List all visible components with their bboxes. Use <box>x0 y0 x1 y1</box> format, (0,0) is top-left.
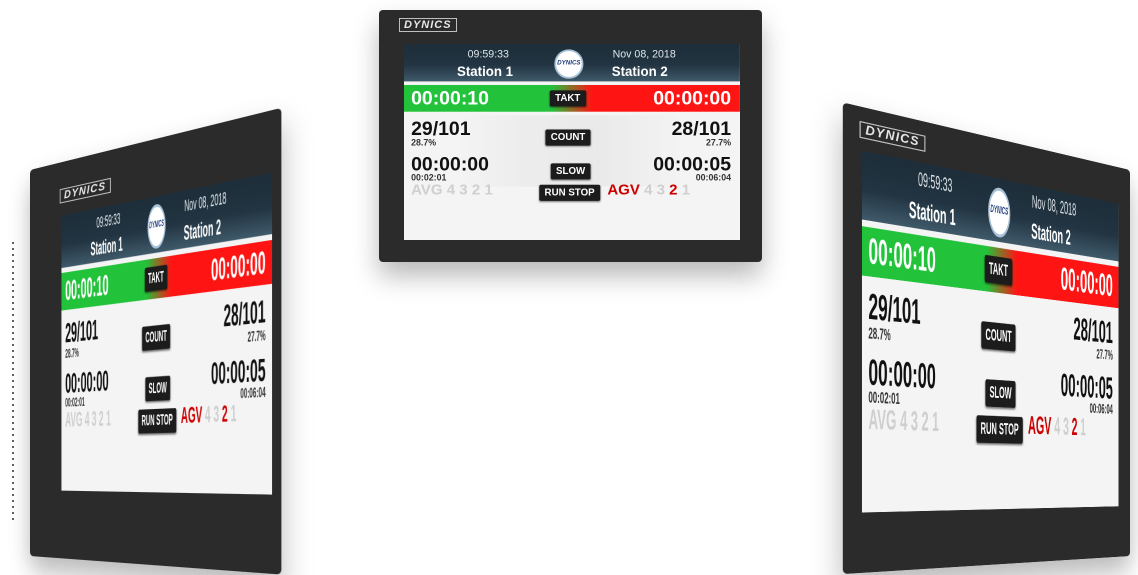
slow-button[interactable]: SLOW <box>985 379 1016 408</box>
count-pct-station-2: 27.7% <box>706 138 732 149</box>
count-pct-station-1: 28.7% <box>411 138 437 149</box>
station-2-label: Station 2 <box>611 64 668 80</box>
monitor-left-wrap: DYNICS 09:59:33 Nov 08, 2018 Station 1 S… <box>0 107 290 575</box>
clock-time: 09:59:33 <box>918 168 953 198</box>
takt-time-station-2: 00:00:00 <box>1060 260 1113 304</box>
andon-screen: 09:59:33 Nov 08, 2018 Station 1 Station … <box>404 44 740 240</box>
takt-row: 00:00:10 00:00:00 TAKT <box>404 84 740 112</box>
screen-header: 09:59:33 Nov 08, 2018 Station 1 Station … <box>404 44 740 82</box>
avg-indicator: AVG 4 3 2 1 <box>65 405 111 432</box>
agv-indicator: AGV 4 3 2 1 <box>1027 411 1086 441</box>
station-2-label: Station 2 <box>183 215 221 246</box>
takt-time-station-2: 00:00:00 <box>211 243 266 288</box>
count-button[interactable]: COUNT <box>981 321 1016 352</box>
slow-button[interactable]: SLOW <box>145 375 171 402</box>
takt-time-station-2: 00:00:00 <box>653 86 732 110</box>
takt-time-station-1: 00:00:10 <box>411 86 489 110</box>
avg-indicator: AVG 4 3 2 1 <box>868 404 940 438</box>
slow-sub-station-2: 00:06:04 <box>1089 401 1113 419</box>
slow-button[interactable]: SLOW <box>550 163 591 180</box>
brand-logo: DYNICS <box>859 120 925 152</box>
monitor-right: DYNICS 09:59:33 Nov 08, 2018 Station 1 S… <box>842 102 1130 575</box>
brand-logo: DYNICS <box>399 18 457 32</box>
monitor-left: DYNICS 09:59:33 Nov 08, 2018 Station 1 S… <box>30 107 282 575</box>
takt-time-station-1: 00:00:10 <box>65 268 109 307</box>
clock-time: 09:59:33 <box>467 47 509 61</box>
count-station-2: 28/101 <box>1073 310 1113 351</box>
count-station-1: 29/101 <box>411 117 471 140</box>
count-station-2: 28/101 <box>671 117 732 140</box>
slow-sub-station-2: 00:06:04 <box>695 173 732 183</box>
station-1-label: Station 1 <box>457 64 514 80</box>
station-1-label: Station 1 <box>908 196 956 232</box>
andon-screen: 09:59:33 Nov 08, 2018 Station 1 Station … <box>61 172 273 495</box>
count-pct-station-2: 27.7% <box>247 328 266 346</box>
agv-indicator: AGV 4 3 2 1 <box>607 181 691 199</box>
takt-button[interactable]: TAKT <box>549 90 586 107</box>
agv-indicator: AGV 4 3 2 1 <box>180 399 237 429</box>
slow-time-station-2: 00:00:05 <box>1060 366 1113 406</box>
takt-button[interactable]: TAKT <box>984 254 1012 286</box>
vent-grille <box>10 240 16 520</box>
dynics-seal-icon: DYNICS <box>988 185 1011 240</box>
slow-sub-station-2: 00:06:04 <box>240 385 266 403</box>
clock-time: 09:59:33 <box>96 208 121 232</box>
monitor-right-wrap: DYNICS 09:59:33 Nov 08, 2018 Station 1 S… <box>840 102 1138 575</box>
station-2-label: Station 2 <box>1031 219 1071 251</box>
clock-date: Nov 08, 2018 <box>184 187 227 216</box>
brand-logo: DYNICS <box>59 177 111 204</box>
run-stop-button[interactable]: RUN STOP <box>138 408 177 434</box>
dynics-seal-icon: DYNICS <box>147 202 166 251</box>
station-1-label: Station 1 <box>90 233 123 261</box>
clock-date: Nov 08, 2018 <box>1031 191 1077 221</box>
takt-time-station-1: 00:00:10 <box>868 230 936 281</box>
takt-button[interactable]: TAKT <box>144 264 168 292</box>
count-button[interactable]: COUNT <box>545 129 591 146</box>
andon-screen: 09:59:33 Nov 08, 2018 Station 1 Station … <box>861 150 1119 513</box>
monitor-center: DYNICS 09:59:33 Nov 08, 2018 Station 1 S… <box>379 10 762 262</box>
run-stop-button[interactable]: RUN STOP <box>976 415 1023 444</box>
count-pct-station-1: 28.7% <box>868 325 891 346</box>
count-pct-station-1: 28.7% <box>65 346 79 362</box>
count-button[interactable]: COUNT <box>142 323 171 351</box>
slow-time-station-1: 00:00:00 <box>65 364 109 400</box>
count-pct-station-2: 27.7% <box>1096 347 1113 365</box>
count-station-1: 29/101 <box>65 313 99 349</box>
run-stop-button[interactable]: RUN STOP <box>539 184 600 201</box>
clock-date: Nov 08, 2018 <box>612 47 676 61</box>
avg-indicator: AVG 4 3 2 1 <box>411 181 493 199</box>
dynics-seal-icon: DYNICS <box>554 49 584 79</box>
